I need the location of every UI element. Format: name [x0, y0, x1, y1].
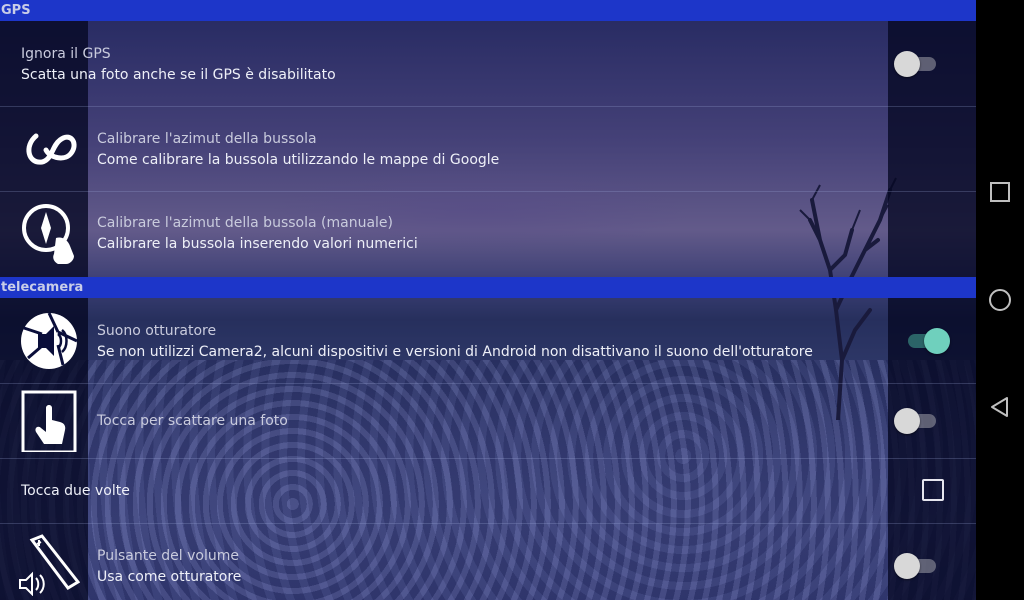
compass-hand-icon — [22, 204, 74, 264]
settings-list: GPS Ignora il GPS Scatta una foto anche … — [0, 0, 976, 600]
setting-summary: Scatta una foto anche se il GPS è disabi… — [21, 67, 336, 83]
navigation-bar — [976, 0, 1024, 600]
setting-summary: Se non utilizzi Camera2, alcuni disposit… — [97, 344, 813, 360]
setting-title: Suono otturatore — [97, 323, 217, 339]
infinity-figure-eight-icon — [26, 133, 77, 165]
setting-title: Ignora il GPS — [21, 46, 111, 62]
camera-shutter-sound-icon — [21, 312, 78, 369]
recents-square-icon[interactable] — [988, 180, 1012, 204]
volume-button-icon — [19, 534, 80, 596]
setting-ignore-gps[interactable]: Ignora il GPS Scatta una foto anche se i… — [0, 21, 976, 107]
setting-title: Pulsante del volume — [97, 548, 239, 564]
category-header-camera: telecamera — [0, 277, 976, 298]
setting-calibrate-compass[interactable]: Calibrare l'azimut della bussola Come ca… — [0, 107, 976, 192]
category-header-gps: GPS — [0, 0, 976, 21]
setting-volume-button[interactable]: Pulsante del volume Usa come otturatore — [0, 524, 976, 600]
setting-double-tap[interactable]: Tocca due volte — [0, 459, 976, 524]
touch-screen-icon — [21, 390, 77, 452]
ignore-gps-switch[interactable] — [894, 50, 942, 78]
setting-title: Tocca due volte — [21, 483, 130, 499]
setting-summary: Calibrare la bussola inserendo valori nu… — [97, 236, 418, 252]
home-circle-icon[interactable] — [988, 288, 1012, 312]
double-tap-checkbox[interactable] — [922, 479, 944, 501]
setting-summary: Come calibrare la bussola utilizzando le… — [97, 152, 500, 168]
volume-button-switch[interactable] — [894, 552, 942, 580]
touch-to-shoot-switch[interactable] — [894, 407, 942, 435]
back-triangle-icon[interactable] — [988, 395, 1012, 419]
setting-title: Calibrare l'azimut della bussola (manual… — [97, 215, 393, 231]
screen: GPS Ignora il GPS Scatta una foto anche … — [0, 0, 1024, 600]
setting-title: Calibrare l'azimut della bussola — [97, 131, 317, 147]
setting-shutter-sound[interactable]: Suono otturatore Se non utilizzi Camera2… — [0, 298, 976, 384]
setting-touch-to-shoot[interactable]: Tocca per scattare una foto — [0, 384, 976, 459]
shutter-sound-switch[interactable] — [902, 327, 950, 355]
setting-title: Tocca per scattare una foto — [97, 413, 288, 429]
switch-thumb — [894, 553, 920, 579]
switch-thumb — [894, 51, 920, 77]
switch-thumb — [924, 328, 950, 354]
setting-summary: Usa come otturatore — [97, 569, 242, 585]
switch-thumb — [894, 408, 920, 434]
setting-calibrate-compass-manual[interactable]: Calibrare l'azimut della bussola (manual… — [0, 192, 976, 277]
